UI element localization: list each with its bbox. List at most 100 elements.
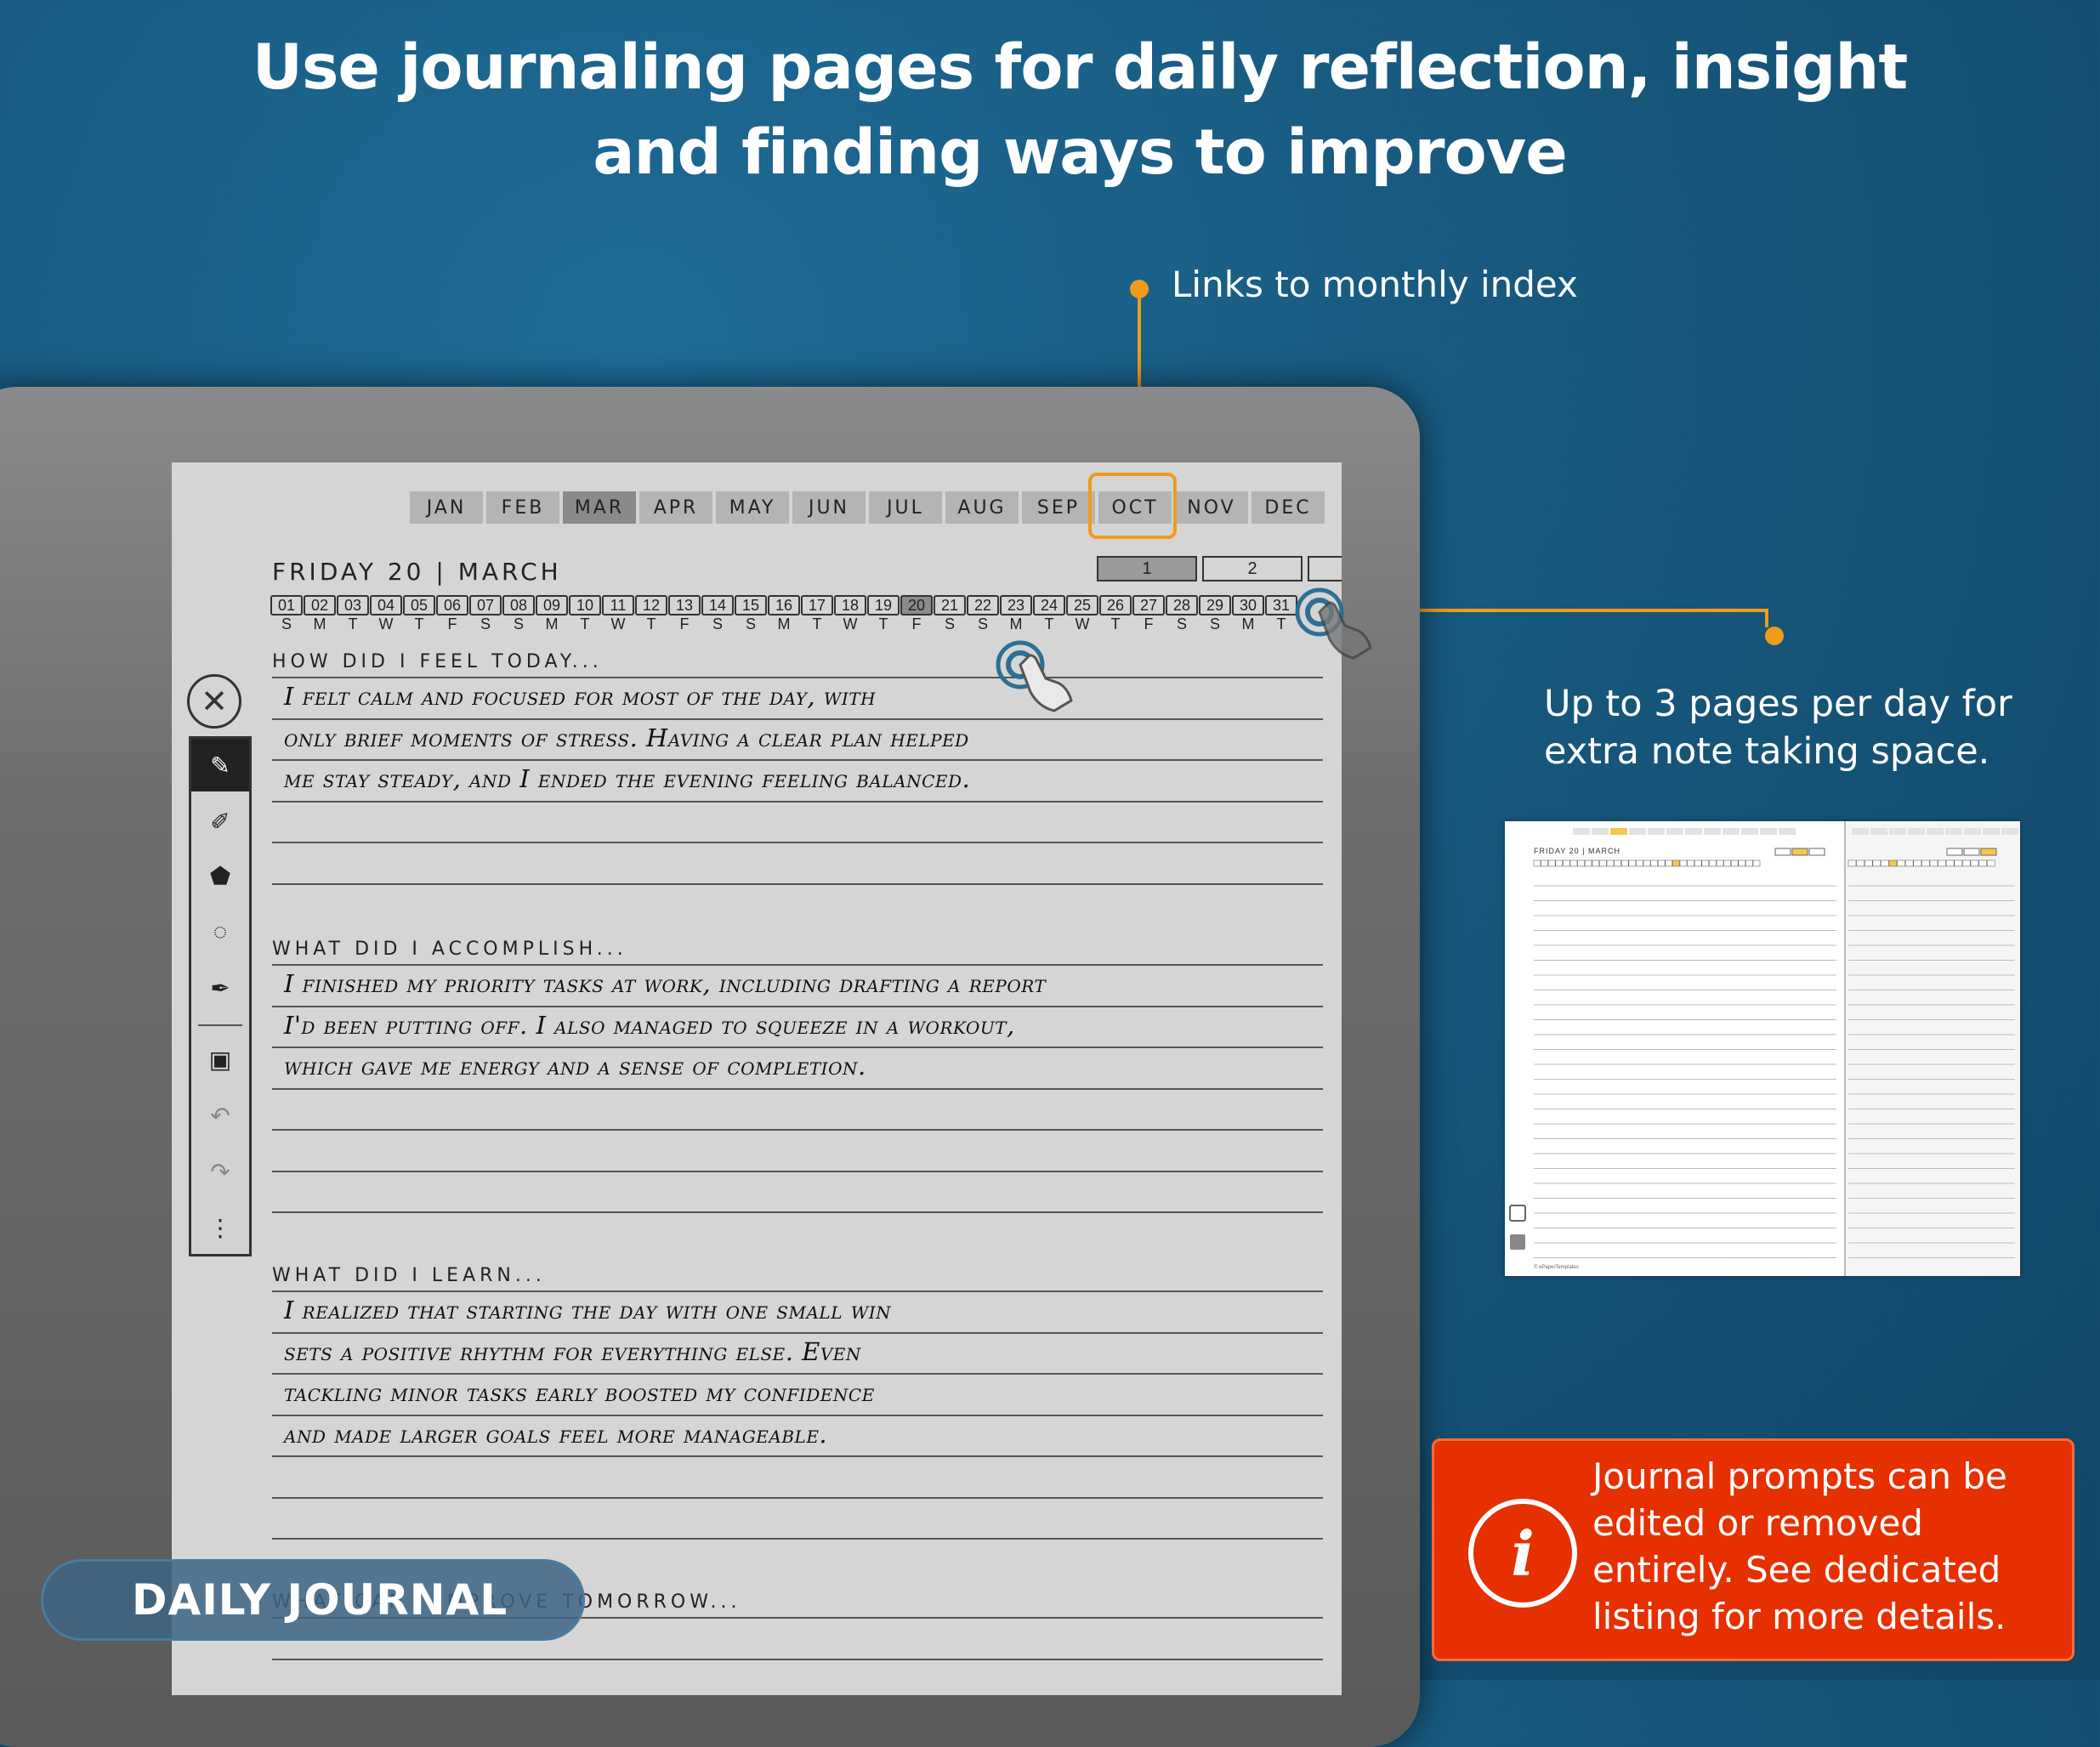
month-tab-may[interactable]: MAY xyxy=(716,491,789,524)
handwritten-entry[interactable]: I realized that starting the day with on… xyxy=(284,1296,891,1324)
thumb-day-box xyxy=(1921,859,1930,867)
month-tab-jul[interactable]: JUL xyxy=(869,491,942,524)
weekday-label: S xyxy=(1176,615,1187,632)
marker-icon[interactable]: ✒ xyxy=(191,961,249,1014)
eraser-icon[interactable]: ⬟ xyxy=(191,849,249,902)
thumb-month-tab xyxy=(1889,828,1906,835)
day-link-28[interactable]: 28 xyxy=(1166,595,1198,615)
ruled-line xyxy=(272,1496,1323,1499)
day-link-14[interactable]: 14 xyxy=(701,595,734,615)
pages-callout-text: Up to 3 pages per day for extra note tak… xyxy=(1544,680,2037,775)
day-link-23[interactable]: 23 xyxy=(1000,595,1032,615)
weekday-row: SMTWTFSSMTWTFSSMTWTFSSMTWTFSSMT xyxy=(270,615,1297,636)
handwritten-entry[interactable]: only brief moments of stress. Having a c… xyxy=(284,723,969,752)
handwritten-entry[interactable]: me stay steady, and I ended the evening … xyxy=(284,764,970,793)
day-link-11[interactable]: 11 xyxy=(602,595,634,615)
day-link-13[interactable]: 13 xyxy=(668,595,701,615)
more-icon[interactable]: ⋮ xyxy=(191,1201,249,1254)
thumb-month-tab xyxy=(1629,828,1646,835)
ruled-line xyxy=(272,1005,1323,1007)
pages-callout-line-down xyxy=(1765,609,1768,627)
journal-prompt: HOW DID I FEEL TODAY... xyxy=(272,651,603,672)
day-link-10[interactable]: 10 xyxy=(569,595,601,615)
day-link-07[interactable]: 07 xyxy=(469,595,502,615)
day-link-25[interactable]: 25 xyxy=(1066,595,1098,615)
day-link-30[interactable]: 30 xyxy=(1232,595,1264,615)
handwritten-entry[interactable]: I'd been putting off. I also managed to … xyxy=(284,1011,1015,1040)
thumb-month-tab xyxy=(1723,828,1740,835)
info-text: Journal prompts can be edited or removed… xyxy=(1592,1455,2007,1637)
thumb-month-tab xyxy=(1779,828,1796,835)
day-link-01[interactable]: 01 xyxy=(270,595,303,615)
info-icon: i xyxy=(1468,1499,1577,1608)
day-link-15[interactable]: 15 xyxy=(735,595,767,615)
month-tab-jan[interactable]: JAN xyxy=(410,491,483,524)
day-link-06[interactable]: 06 xyxy=(436,595,468,615)
thumb-title: FRIDAY 20 | MARCH xyxy=(1534,847,1621,855)
month-tab-feb[interactable]: FEB xyxy=(486,491,559,524)
day-link-26[interactable]: 26 xyxy=(1099,595,1132,615)
handwritten-entry[interactable]: I finished my priority tasks at work, in… xyxy=(284,969,1046,998)
thumb-day-box xyxy=(1986,859,1995,867)
month-tab-nov[interactable]: NOV xyxy=(1175,491,1248,524)
ruled-line xyxy=(272,1658,1323,1660)
month-tab-sep[interactable]: SEP xyxy=(1022,491,1095,524)
redo-icon[interactable]: ↷ xyxy=(191,1145,249,1198)
ruled-line xyxy=(272,1414,1323,1416)
weekday-label: T xyxy=(580,615,590,632)
month-tab-mar[interactable]: MAR xyxy=(563,491,636,524)
handwritten-entry[interactable]: and made larger goals feel more manageab… xyxy=(284,1420,827,1449)
day-link-18[interactable]: 18 xyxy=(834,595,866,615)
date-title: FRIDAY 20 | MARCH xyxy=(272,558,562,586)
thumb-day-box xyxy=(1904,859,1914,867)
ruled-line xyxy=(272,1087,1323,1090)
thumb-day-box xyxy=(1657,859,1666,867)
pages-callout-line xyxy=(1376,609,1767,612)
handwritten-entry[interactable]: which gave me energy and a sense of comp… xyxy=(284,1052,866,1081)
clipboard-icon[interactable]: ▣ xyxy=(191,1033,249,1086)
day-link-12[interactable]: 12 xyxy=(635,595,667,615)
day-link-02[interactable]: 02 xyxy=(304,595,336,615)
thumb-day-box xyxy=(1970,859,1979,867)
day-link-04[interactable]: 04 xyxy=(370,595,402,615)
lasso-icon[interactable]: ◌ xyxy=(191,905,249,958)
handwritten-entry[interactable]: tackling minor tasks early boosted my co… xyxy=(284,1378,875,1407)
day-link-16[interactable]: 16 xyxy=(768,595,800,615)
pen-icon[interactable]: ✎ xyxy=(191,739,249,791)
highlighter-icon[interactable]: ✐ xyxy=(191,795,249,848)
thumb-day-box xyxy=(1563,859,1570,867)
weekday-label: T xyxy=(878,615,888,632)
day-link-17[interactable]: 17 xyxy=(801,595,833,615)
undo-icon[interactable]: ↶ xyxy=(191,1089,249,1142)
pages-callout-dot-end xyxy=(1765,627,1784,645)
day-link-08[interactable]: 08 xyxy=(502,595,535,615)
day-link-29[interactable]: 29 xyxy=(1199,595,1231,615)
page-button-1[interactable]: 1 xyxy=(1097,556,1197,581)
thumb-day-box xyxy=(1694,859,1702,867)
day-link-09[interactable]: 09 xyxy=(536,595,568,615)
month-tab-apr[interactable]: APR xyxy=(639,491,712,524)
pen-toolbar: ✎ ✐ ⬟ ◌ ✒ ▣ ↶ ↷ ⋮ xyxy=(189,736,252,1256)
month-tab-jun[interactable]: JUN xyxy=(792,491,866,524)
info-callout: i Journal prompts can be edited or remov… xyxy=(1432,1438,2074,1661)
day-link-21[interactable]: 21 xyxy=(934,595,966,615)
thumb-day-box xyxy=(1881,859,1889,867)
thumb-month-tab xyxy=(1704,828,1721,835)
close-icon[interactable]: ✕ xyxy=(187,674,241,729)
day-link-24[interactable]: 24 xyxy=(1033,595,1065,615)
month-tab-dec[interactable]: DEC xyxy=(1251,491,1325,524)
ruled-line xyxy=(272,842,1323,843)
thumb-day-box xyxy=(1541,859,1548,867)
day-link-22[interactable]: 22 xyxy=(967,595,999,615)
thumb-page-button xyxy=(1980,848,1997,856)
month-tab-aug[interactable]: AUG xyxy=(945,491,1019,524)
handwritten-entry[interactable]: sets a positive rhythm for everything el… xyxy=(284,1337,861,1366)
day-link-27[interactable]: 27 xyxy=(1132,595,1165,615)
day-link-05[interactable]: 05 xyxy=(403,595,435,615)
thumb-month-tab xyxy=(1685,828,1702,835)
day-link-19[interactable]: 19 xyxy=(867,595,900,615)
thumb-day-box xyxy=(1643,859,1651,867)
handwritten-entry[interactable]: I felt calm and focused for most of the … xyxy=(284,682,876,711)
day-link-20[interactable]: 20 xyxy=(900,595,933,615)
day-link-03[interactable]: 03 xyxy=(337,595,369,615)
